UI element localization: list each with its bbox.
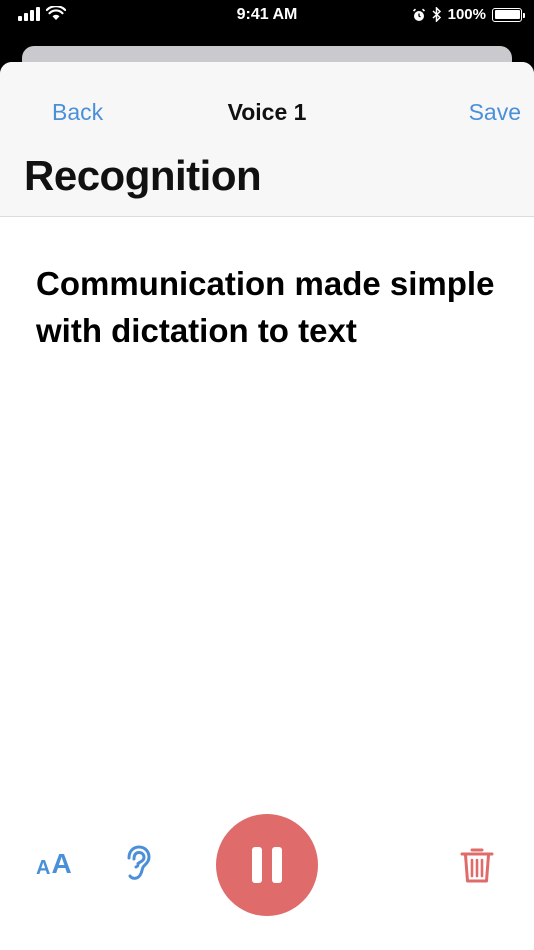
page-title: Recognition (24, 152, 262, 199)
save-button[interactable]: Save (469, 99, 521, 126)
text-size-button[interactable]: A A (36, 848, 72, 880)
text-size-small-glyph: A (36, 857, 51, 879)
recognition-sheet: Back Voice 1 Save Recognition Communicat… (0, 62, 534, 950)
pause-button[interactable] (216, 814, 318, 916)
battery-fill (494, 10, 520, 19)
alarm-icon (412, 8, 425, 21)
hearing-icon (127, 845, 151, 880)
bluetooth-icon (432, 7, 441, 22)
transcript-text[interactable]: Communication made simple with dictation… (36, 260, 496, 354)
battery-icon (492, 7, 525, 22)
pause-icon (272, 847, 282, 883)
delete-button[interactable] (460, 846, 494, 889)
status-right: 100% (412, 6, 525, 23)
pause-icon (252, 847, 262, 883)
battery-percent: 100% (447, 6, 486, 23)
status-bar: 9:41 AM 100% (0, 0, 534, 34)
nav-title: Voice 1 (227, 99, 307, 125)
navigation-bar: Back Voice 1 Save Recognition (0, 62, 534, 217)
hearing-button[interactable] (122, 844, 154, 887)
text-size-large-glyph: A (51, 848, 72, 879)
trash-icon (460, 848, 494, 883)
